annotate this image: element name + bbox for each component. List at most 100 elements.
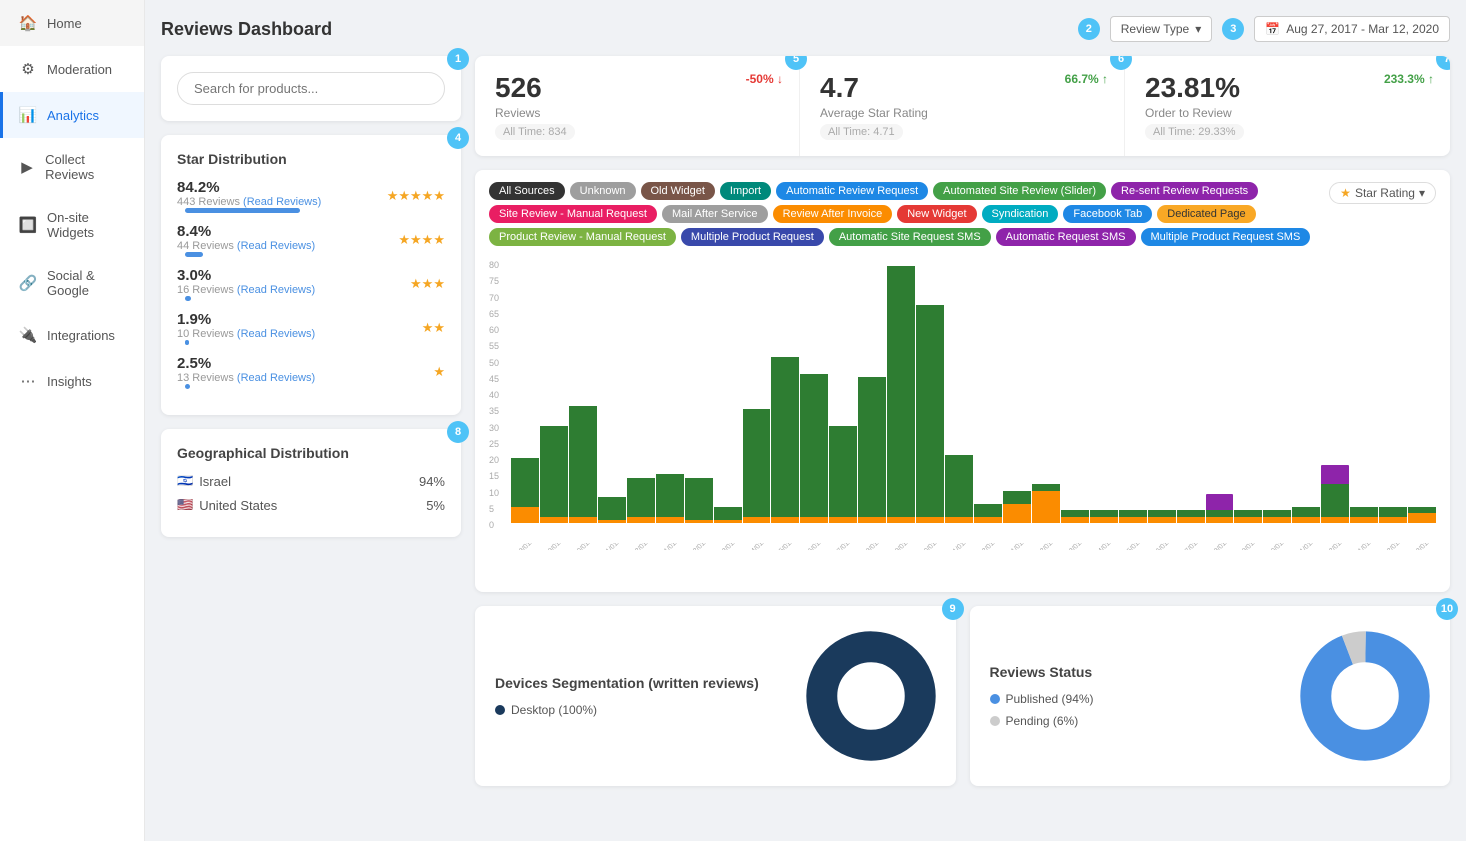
y-60: 60	[489, 325, 507, 335]
reviews-status-title: Reviews Status	[990, 664, 1281, 680]
tag-old-widget[interactable]: Old Widget	[641, 182, 715, 200]
bar-orange-15	[945, 517, 973, 524]
bar-green-27	[1292, 507, 1320, 517]
x-label-13: 09/01/18	[891, 543, 916, 550]
collect-icon: ▶	[19, 158, 35, 176]
step-badge-9: 9	[942, 598, 964, 620]
widgets-icon: 🔲	[19, 216, 37, 234]
x-label-25: 09/01/19	[1239, 543, 1264, 550]
page-title: Reviews Dashboard	[161, 19, 1078, 40]
stat-reviews: 5 526 Reviews All Time: 834 -50% ↓	[475, 56, 800, 156]
star-4-bar	[185, 252, 203, 257]
tag-review-invoice[interactable]: Review After Invoice	[773, 205, 893, 223]
read-reviews-4-link[interactable]: (Read Reviews)	[237, 240, 315, 252]
x-label-16: 12/01/18	[978, 543, 1003, 550]
tag-facebook[interactable]: Facebook Tab	[1063, 205, 1152, 223]
tag-auto-sms[interactable]: Automatic Request SMS	[996, 228, 1136, 246]
tag-auto-site-sms[interactable]: Automatic Site Request SMS	[829, 228, 991, 246]
bar-group-5	[656, 260, 684, 523]
tag-product-manual[interactable]: Product Review - Manual Request	[489, 228, 676, 246]
star-2-stars: ★★	[422, 320, 445, 336]
avg-star-label: Average Star Rating	[820, 106, 1104, 120]
geo-country-us: 🇺🇸 United States	[177, 497, 277, 513]
sidebar-item-collect-reviews[interactable]: ▶ Collect Reviews	[0, 138, 144, 196]
sidebar-item-widgets[interactable]: 🔲 On-site Widgets	[0, 196, 144, 254]
devices-card: 9 Devices Segmentation (written reviews)…	[475, 606, 956, 786]
read-reviews-2-link[interactable]: (Read Reviews)	[237, 328, 315, 340]
star-row-4: 8.4% 44 Reviews (Read Reviews) ★★★★	[177, 223, 445, 257]
geo-title: Geographical Distribution	[177, 445, 445, 461]
tag-syndication[interactable]: Syndication	[982, 205, 1059, 223]
bar-green-9	[771, 357, 799, 516]
bar-orange-14	[916, 517, 944, 524]
home-icon: 🏠	[19, 14, 37, 32]
bar-group-3	[598, 260, 626, 523]
israel-pct: 94%	[419, 474, 445, 489]
sidebar-item-social[interactable]: 🔗 Social & Google	[0, 254, 144, 312]
tag-new-widget[interactable]: New Widget	[897, 205, 976, 223]
bar-orange-8	[743, 517, 771, 524]
sidebar-item-integrations[interactable]: 🔌 Integrations	[0, 312, 144, 358]
bar-orange-20	[1090, 517, 1118, 524]
x-label-12: 08/01/18	[862, 543, 887, 550]
x-label-29: 01/01/20	[1354, 543, 1379, 550]
reviews-status-legend: Published (94%) Pending (6%)	[990, 692, 1281, 728]
x-label-26: 10/01/19	[1267, 543, 1292, 550]
read-reviews-1-link[interactable]: (Read Reviews)	[237, 372, 315, 384]
sidebar-item-home[interactable]: 🏠 Home	[0, 0, 144, 46]
chevron-down-icon: ▾	[1195, 22, 1201, 36]
bar-group-28	[1321, 260, 1349, 523]
us-label: United States	[199, 498, 277, 513]
devices-donut	[806, 631, 936, 761]
bar-orange-29	[1350, 517, 1378, 524]
sidebar-item-moderation[interactable]: ⚙ Moderation	[0, 46, 144, 92]
tag-unknown[interactable]: Unknown	[570, 182, 636, 200]
published-dot	[990, 694, 1000, 704]
bar-group-30	[1379, 260, 1407, 523]
date-range-picker[interactable]: 📅 Aug 27, 2017 - Mar 12, 2020	[1254, 16, 1450, 42]
star-3-info: 16 Reviews (Read Reviews)	[177, 284, 315, 296]
read-reviews-3-link[interactable]: (Read Reviews)	[237, 284, 315, 296]
star-4-info: 44 Reviews (Read Reviews)	[177, 240, 315, 252]
sidebar-item-analytics[interactable]: 📊 Analytics	[0, 92, 144, 138]
bar-group-0	[511, 260, 539, 523]
read-reviews-5-link[interactable]: (Read Reviews)	[243, 196, 321, 208]
search-input[interactable]	[177, 72, 445, 105]
reviews-value: 526	[495, 72, 779, 104]
avg-star-change: 66.7% ↑	[1065, 72, 1108, 86]
star-rating-filter[interactable]: ★ Star Rating ▾	[1329, 182, 1436, 204]
tag-site-manual[interactable]: Site Review - Manual Request	[489, 205, 657, 223]
tag-import[interactable]: Import	[720, 182, 771, 200]
y-55: 55	[489, 341, 507, 351]
x-label-18: 02/01/19	[1036, 543, 1061, 550]
calendar-icon: 📅	[1265, 22, 1280, 36]
tag-auto-site-review[interactable]: Automated Site Review (Slider)	[933, 182, 1106, 200]
x-label-23: 07/01/19	[1181, 543, 1206, 550]
tag-multi-product-sms[interactable]: Multiple Product Request SMS	[1141, 228, 1311, 246]
bar-green-2	[569, 406, 597, 517]
bar-orange-23	[1177, 517, 1205, 524]
tag-resent[interactable]: Re-sent Review Requests	[1111, 182, 1258, 200]
sidebar-item-label: Analytics	[47, 108, 99, 123]
tag-all-sources[interactable]: All Sources	[489, 182, 565, 200]
bar-orange-9	[771, 517, 799, 524]
star-5-bar	[185, 208, 300, 213]
tag-mail-service[interactable]: Mail After Service	[662, 205, 768, 223]
y-15: 15	[489, 471, 507, 481]
tag-auto-review[interactable]: Automatic Review Request	[776, 182, 928, 200]
stats-row: 5 526 Reviews All Time: 834 -50% ↓ 6 4.7…	[475, 56, 1450, 156]
y-5: 5	[489, 504, 507, 514]
bar-group-21	[1119, 260, 1147, 523]
x-label-31: 03/01/20	[1412, 543, 1436, 550]
x-label-19: 03/01/19	[1065, 543, 1090, 550]
tag-multi-product[interactable]: Multiple Product Request	[681, 228, 824, 246]
bar-orange-31	[1408, 513, 1436, 523]
order-review-change: 233.3% ↑	[1384, 72, 1434, 86]
star-1-bar	[185, 384, 190, 389]
chart-card: All Sources Unknown Old Widget Import Au…	[475, 170, 1450, 592]
x-label-10: 06/01/18	[804, 543, 829, 550]
tag-dedicated[interactable]: Dedicated Page	[1157, 205, 1255, 223]
step-badge-7: 7	[1436, 56, 1450, 70]
sidebar-item-insights[interactable]: ⋯ Insights	[0, 358, 144, 404]
review-type-select[interactable]: Review Type ▾	[1110, 16, 1213, 42]
